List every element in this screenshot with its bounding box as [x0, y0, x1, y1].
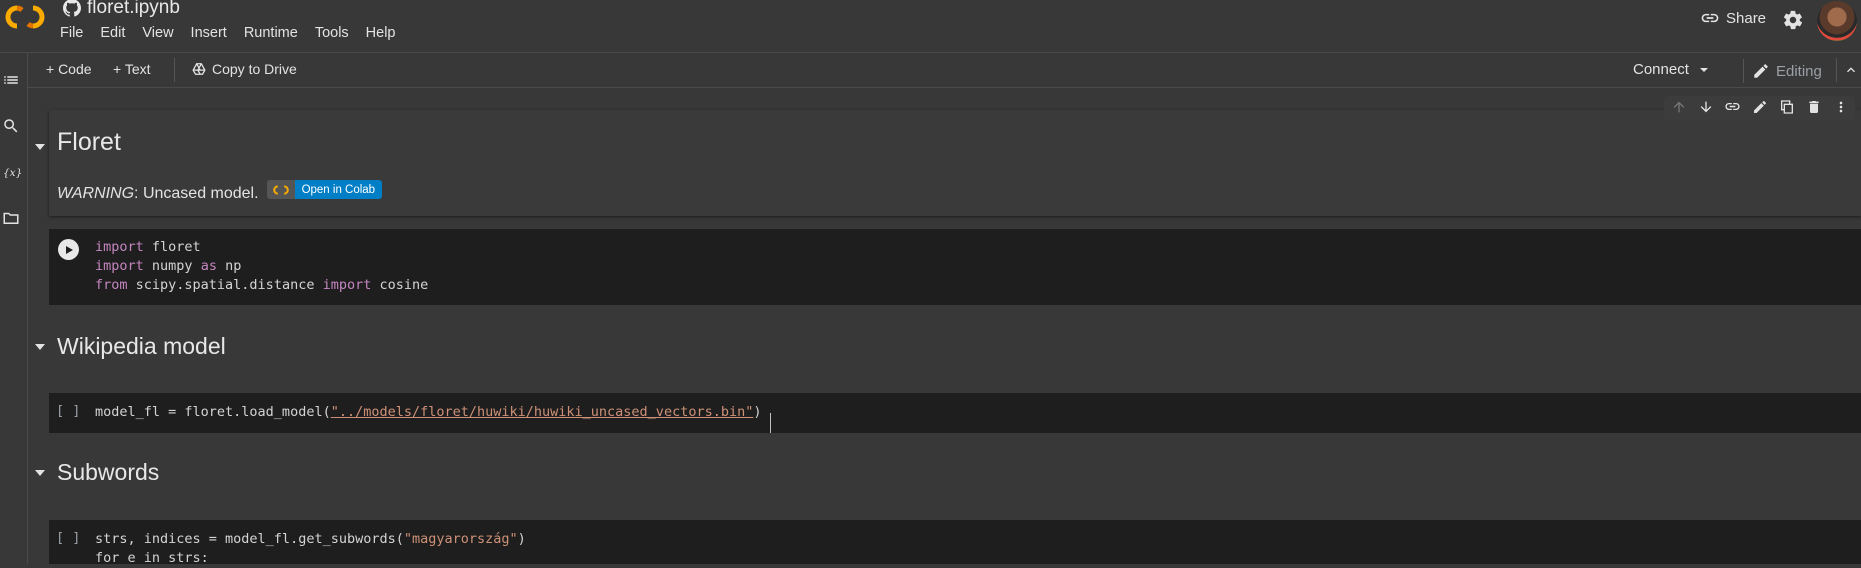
- gear-icon[interactable]: [1782, 9, 1804, 31]
- code-line: import numpy as np: [95, 257, 428, 276]
- edit-cell-icon[interactable]: [1749, 96, 1770, 117]
- pencil-icon: [1754, 64, 1768, 78]
- add-text-button[interactable]: + Text: [113, 61, 151, 77]
- code-subwords[interactable]: strs, indices = model_fl.get_subwords("m…: [95, 530, 526, 568]
- code-line: from scipy.spatial.distance import cosin…: [95, 276, 428, 295]
- link-icon: [1701, 13, 1719, 23]
- colab-badge-label: Open in Colab: [294, 180, 383, 199]
- editing-label: Editing: [1776, 62, 1822, 80]
- chevron-up-icon: [1847, 67, 1855, 73]
- cell-run-bracket[interactable]: [ ]: [56, 530, 80, 546]
- heading-floret: Floret: [57, 128, 121, 156]
- collapse-section-icon[interactable]: [34, 341, 46, 353]
- text-cursor: [770, 413, 771, 433]
- menu-tools[interactable]: Tools: [315, 25, 349, 41]
- editing-mode[interactable]: Editing: [1743, 59, 1822, 83]
- code-path-string: "../models/floret/huwiki/huwiki_uncased_…: [330, 404, 754, 420]
- cell-toolbar: [1664, 96, 1855, 120]
- share-label: Share: [1726, 9, 1767, 27]
- play-icon: [65, 245, 73, 254]
- notebook-title[interactable]: floret.ipynb: [87, 0, 180, 19]
- collapse-section-icon[interactable]: [34, 141, 46, 153]
- cell-run-bracket[interactable]: [ ]: [56, 403, 80, 419]
- connect-label: Connect: [1633, 61, 1689, 78]
- warning-message: : Uncased model.: [134, 184, 259, 202]
- menu-runtime[interactable]: Runtime: [244, 25, 298, 41]
- colab-logo[interactable]: [4, 2, 46, 32]
- code-token: np: [216, 258, 242, 274]
- code-token: cosine: [371, 277, 429, 293]
- github-icon: [63, 0, 81, 17]
- notebook-toolbar: + Code + Text Copy to Drive Connect Edit…: [28, 53, 1861, 88]
- code-token: floret: [143, 239, 201, 255]
- drive-icon: [192, 63, 206, 75]
- colab-badge-icon: [266, 180, 295, 199]
- heading-wikipedia-model: Wikipedia model: [57, 333, 226, 359]
- add-code-button[interactable]: + Code: [46, 61, 92, 77]
- menu-help[interactable]: Help: [366, 25, 396, 41]
- copy-cell-icon[interactable]: [1776, 96, 1797, 117]
- code-line: import floret: [95, 238, 428, 257]
- chevron-down-icon[interactable]: [1699, 65, 1709, 75]
- connect-button[interactable]: Connect: [1633, 61, 1709, 78]
- link-cell-icon[interactable]: [1722, 96, 1743, 117]
- code-token: numpy: [143, 258, 201, 274]
- warning-label: WARNING: [57, 184, 135, 202]
- code-token: scipy.spatial.distance: [127, 277, 323, 293]
- code-prefix: model_fl = floret.load_model(: [95, 404, 331, 420]
- menu-insert[interactable]: Insert: [191, 25, 227, 41]
- variables-icon[interactable]: {x}: [2, 163, 22, 181]
- warning-text: WARNING: Uncased model. Open in Colab: [57, 180, 383, 203]
- add-code-label: + Code: [46, 61, 92, 77]
- copy-to-drive-label: Copy to Drive: [212, 61, 297, 77]
- move-up-icon[interactable]: [1668, 96, 1689, 117]
- collapse-section-icon[interactable]: [34, 467, 46, 479]
- code-line1-prefix: strs, indices = model_fl.get_subwords(: [95, 531, 404, 547]
- open-in-colab-badge[interactable]: Open in Colab: [266, 180, 383, 199]
- toc-icon[interactable]: [2, 71, 20, 89]
- code-keyword: as: [200, 258, 217, 274]
- move-down-icon[interactable]: [1695, 96, 1716, 117]
- left-rail: {x}: [0, 53, 28, 564]
- delete-cell-icon[interactable]: [1803, 96, 1824, 117]
- code-suffix: ): [753, 404, 762, 420]
- menu-bar: File Edit View Insert Runtime Tools Help: [60, 25, 413, 41]
- code-keyword: from: [95, 277, 128, 293]
- collapse-header-button[interactable]: [1836, 58, 1861, 82]
- code-keyword: import: [95, 239, 144, 255]
- code-line1-string: "magyarország": [403, 531, 518, 547]
- share-button[interactable]: Share: [1700, 8, 1766, 28]
- svg-text:{x}: {x}: [3, 167, 22, 179]
- add-text-label: + Text: [113, 61, 151, 77]
- menu-edit[interactable]: Edit: [100, 25, 125, 41]
- folder-icon[interactable]: [2, 209, 20, 227]
- code-keyword: import: [95, 258, 144, 274]
- toolbar-divider: [174, 58, 175, 82]
- menu-view[interactable]: View: [142, 25, 173, 41]
- app-header: floret.ipynb File Edit View Insert Runti…: [0, 0, 1861, 53]
- menu-file[interactable]: File: [60, 25, 83, 41]
- avatar[interactable]: [1817, 1, 1857, 41]
- search-icon[interactable]: [2, 117, 20, 135]
- code-imports[interactable]: import floret import numpy as np from scip…: [95, 238, 428, 295]
- code-line1-suffix: ): [517, 531, 526, 547]
- code-load-model[interactable]: model_fl = floret.load_model("../models/…: [95, 403, 761, 422]
- copy-to-drive-button[interactable]: Copy to Drive: [192, 61, 297, 77]
- more-options-icon[interactable]: [1830, 96, 1851, 117]
- heading-subwords: Subwords: [57, 459, 160, 485]
- code-keyword: import: [322, 277, 372, 293]
- run-cell-button[interactable]: [58, 239, 79, 260]
